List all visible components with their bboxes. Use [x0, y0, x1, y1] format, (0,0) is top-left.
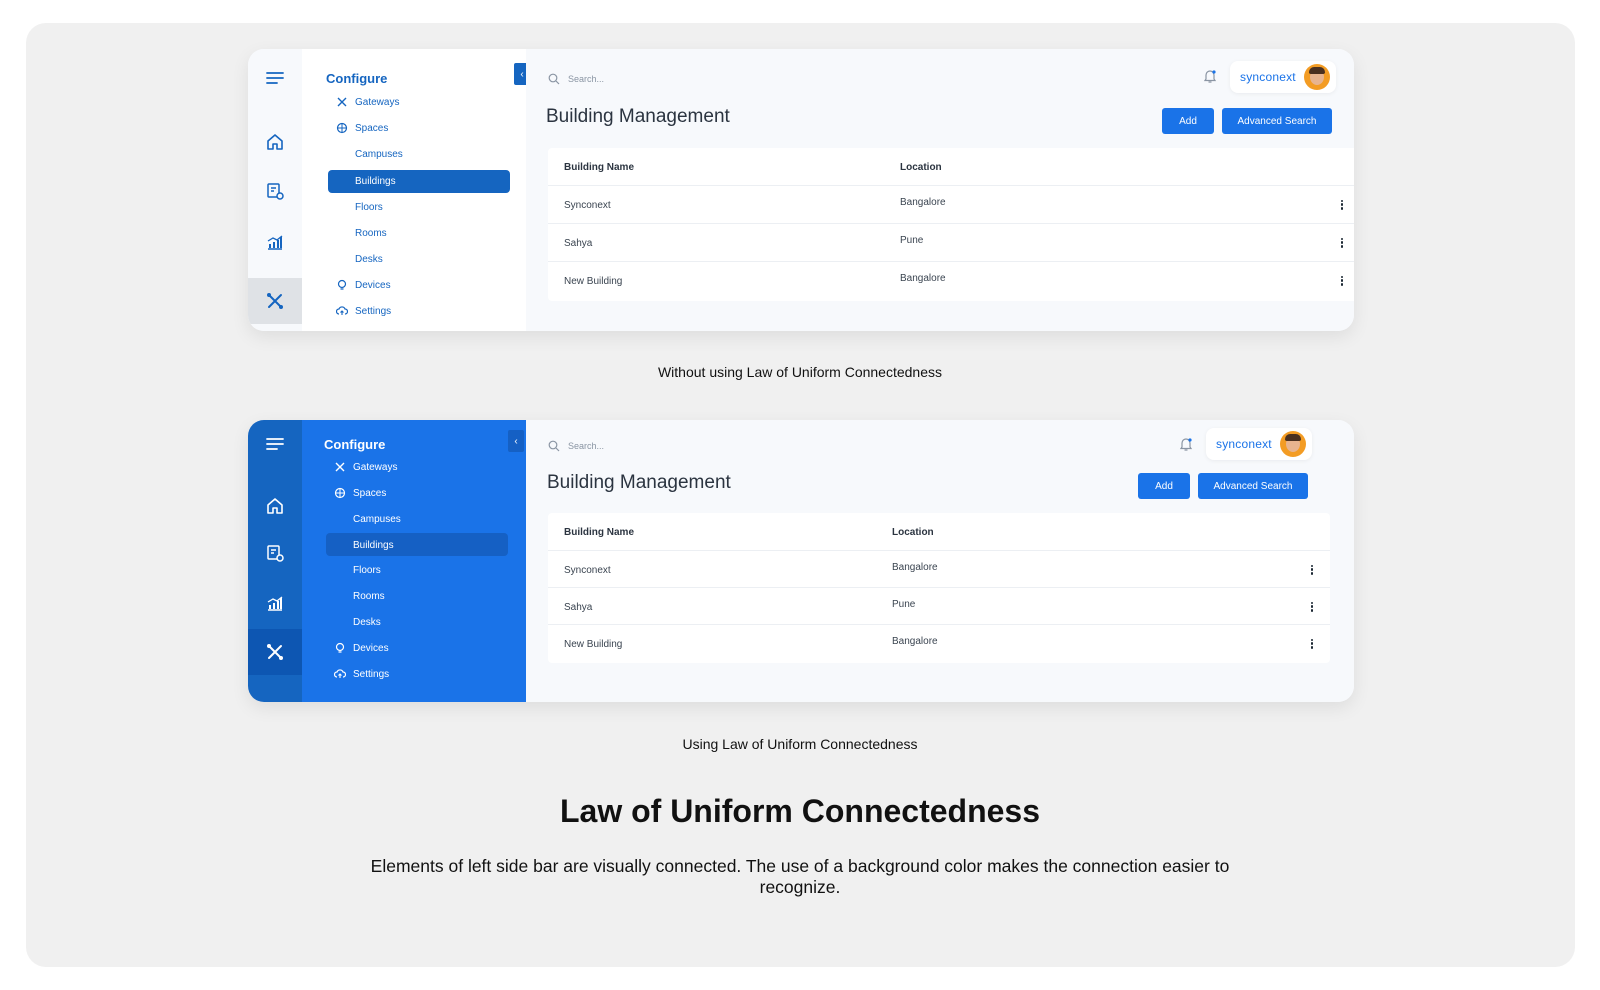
sidebar-item-campuses[interactable]: Campuses [353, 508, 401, 530]
sidebar-item-rooms[interactable]: Rooms [355, 222, 387, 244]
sidebar-item-floors[interactable]: Floors [355, 196, 383, 218]
buildings-table: Building Name Location Synconext Bangalo… [548, 513, 1330, 663]
page-title: Building Management [547, 472, 731, 493]
icon-rail [248, 420, 303, 702]
sidebar-item-gateways[interactable]: Gateways [334, 456, 397, 478]
settings-doc-icon[interactable] [263, 541, 287, 565]
advanced-search-button[interactable]: Advanced Search [1222, 108, 1332, 134]
column-header-location: Location [900, 162, 942, 173]
table-row[interactable]: Synconext Bangalore [548, 550, 1330, 588]
cloud-settings-icon [336, 306, 348, 315]
menu-icon[interactable] [263, 66, 287, 90]
menu-icon[interactable] [263, 432, 287, 456]
row-actions-icon[interactable] [1336, 198, 1348, 212]
main-content: Search... synconext Building Management … [526, 420, 1354, 702]
table-row[interactable]: New Building Bangalore [548, 261, 1354, 299]
account-menu[interactable]: synconext [1230, 61, 1336, 93]
caption-with: Using Law of Uniform Connectedness [682, 736, 918, 752]
analytics-icon[interactable] [263, 230, 287, 254]
brand-name: synconext [1216, 437, 1272, 451]
icon-rail [248, 49, 303, 331]
search-icon [548, 440, 560, 452]
sidebar-item-campuses[interactable]: Campuses [355, 143, 403, 165]
column-header-building-name: Building Name [564, 527, 635, 538]
advanced-search-button[interactable]: Advanced Search [1198, 473, 1308, 499]
search-field[interactable]: Search... [548, 440, 604, 452]
caption-without: Without using Law of Uniform Connectedne… [657, 364, 943, 380]
bulb-icon [337, 279, 347, 290]
law-heading: Law of Uniform Connectedness [559, 793, 1041, 829]
spaces-icon [334, 487, 346, 499]
column-header-building-name: Building Name [564, 162, 635, 173]
row-actions-icon[interactable] [1306, 637, 1318, 651]
sidebar-item-spaces[interactable]: Spaces [336, 117, 388, 139]
row-actions-icon[interactable] [1306, 563, 1318, 577]
row-actions-icon[interactable] [1336, 236, 1348, 250]
home-icon[interactable] [263, 494, 287, 518]
settings-doc-icon[interactable] [263, 179, 287, 203]
brand-name: synconext [1240, 70, 1296, 84]
analytics-icon[interactable] [263, 591, 287, 615]
gateways-icon [335, 462, 345, 472]
collapse-sidebar-button[interactable]: ‹ [508, 430, 524, 452]
sidebar: ‹ Configure Gateways Spaces Campuses Bui… [302, 420, 526, 702]
chevron-left-icon: ‹ [514, 435, 518, 447]
notification-bell-icon[interactable] [1202, 68, 1218, 84]
configure-tools-icon[interactable] [263, 289, 287, 313]
table-row[interactable]: Sahya Pune [548, 587, 1330, 625]
chevron-left-icon: ‹ [520, 68, 524, 80]
sidebar-title: Configure [324, 437, 386, 452]
avatar[interactable] [1303, 64, 1330, 90]
sidebar-item-spaces[interactable]: Spaces [334, 482, 386, 504]
sidebar-item-buildings[interactable]: Buildings [355, 170, 396, 192]
home-icon[interactable] [263, 130, 287, 154]
spaces-icon [336, 122, 348, 134]
sidebar-item-desks[interactable]: Desks [355, 248, 383, 270]
table-row[interactable]: Sahya Pune [548, 223, 1354, 261]
configure-tools-icon[interactable] [263, 640, 287, 664]
row-actions-icon[interactable] [1306, 600, 1318, 614]
sidebar: ‹ Configure Gateways Spaces Campuses Bui… [302, 49, 530, 331]
notification-bell-icon[interactable] [1178, 436, 1194, 452]
add-button[interactable]: Add [1162, 108, 1214, 134]
sidebar-item-rooms[interactable]: Rooms [353, 585, 385, 607]
add-button[interactable]: Add [1138, 473, 1190, 499]
law-description: Elements of left side bar are visually c… [370, 856, 1230, 897]
sidebar-title: Configure [326, 71, 388, 86]
sidebar-item-buildings[interactable]: Buildings [353, 534, 394, 556]
buildings-table: Building Name Location Synconext Bangalo… [548, 148, 1354, 301]
search-icon [548, 73, 560, 85]
sidebar-item-desks[interactable]: Desks [353, 611, 381, 633]
app-window-without-connectedness: ‹ Configure Gateways Spaces Campuses Bui… [248, 49, 1354, 331]
bulb-icon [335, 642, 345, 653]
sidebar-item-gateways[interactable]: Gateways [336, 91, 399, 113]
account-menu[interactable]: synconext [1206, 428, 1312, 460]
search-field[interactable]: Search... [548, 73, 604, 85]
page-title: Building Management [546, 106, 730, 127]
table-row[interactable]: New Building Bangalore [548, 624, 1330, 662]
avatar[interactable] [1279, 431, 1306, 457]
sidebar-item-settings[interactable]: Settings [336, 300, 391, 322]
sidebar-item-settings[interactable]: Settings [334, 663, 389, 685]
sidebar-item-devices[interactable]: Devices [334, 637, 389, 659]
row-actions-icon[interactable] [1336, 274, 1348, 288]
table-row[interactable]: Synconext Bangalore [548, 185, 1354, 223]
gateways-icon [337, 97, 347, 107]
app-window-with-connectedness: ‹ Configure Gateways Spaces Campuses Bui… [248, 420, 1354, 702]
cloud-settings-icon [334, 669, 346, 678]
sidebar-item-devices[interactable]: Devices [336, 274, 391, 296]
main-content: Search... synconext Building Management … [526, 49, 1354, 331]
column-header-location: Location [892, 527, 934, 538]
sidebar-item-floors[interactable]: Floors [353, 559, 381, 581]
